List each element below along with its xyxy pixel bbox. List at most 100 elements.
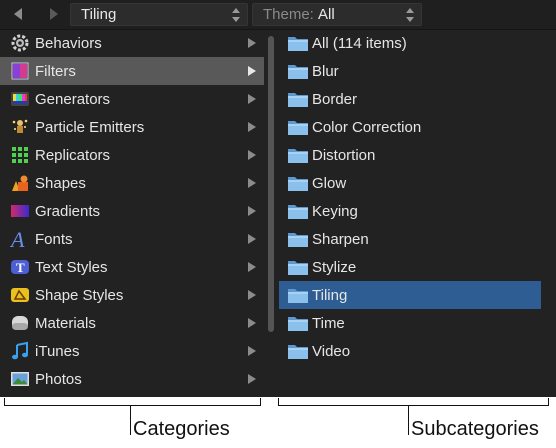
svg-text:T: T (16, 260, 25, 275)
stepper-icon (406, 8, 414, 22)
folder-icon (287, 88, 309, 110)
subcategory-item-blur[interactable]: Blur (279, 57, 541, 85)
category-scrollbar[interactable] (268, 36, 274, 332)
category-label: Materials (35, 314, 96, 332)
category-label: Behaviors (35, 34, 102, 52)
subcategory-item-border[interactable]: Border (279, 85, 541, 113)
library-browser-panel: Tiling Theme: All Behaviors Filters Genera… (0, 0, 556, 397)
right-arrow-icon (50, 8, 58, 20)
category-label: Shapes (35, 174, 86, 192)
disclosure-arrow-icon (248, 290, 256, 300)
fonts-icon: A (9, 228, 31, 250)
left-arrow-icon (14, 8, 22, 20)
gear-icon (9, 32, 31, 54)
subcategories-callout: Subcategories (411, 418, 539, 440)
subcategory-item-color-correction[interactable]: Color Correction (279, 113, 541, 141)
generators-icon (9, 88, 31, 110)
category-item-fonts[interactable]: A Fonts (0, 225, 264, 253)
category-label: Filters (35, 62, 76, 80)
category-item-particle-emitters[interactable]: Particle Emitters (0, 113, 264, 141)
text-styles-icon: T (9, 256, 31, 278)
disclosure-arrow-icon (248, 178, 256, 188)
category-item-behaviors[interactable]: Behaviors (0, 29, 264, 57)
category-item-generators[interactable]: Generators (0, 85, 264, 113)
particle-emitters-icon (9, 116, 31, 138)
forward-button[interactable] (43, 4, 65, 24)
category-item-replicators[interactable]: Replicators (0, 141, 264, 169)
subcategories-bracket (278, 398, 549, 406)
subcategory-item-sharpen[interactable]: Sharpen (279, 225, 541, 253)
gradients-icon (9, 200, 31, 222)
disclosure-arrow-icon (248, 150, 256, 160)
category-item-materials[interactable]: Materials (0, 309, 264, 337)
disclosure-arrow-icon (248, 94, 256, 104)
folder-icon (287, 172, 309, 194)
subcategory-item-tiling[interactable]: Tiling (279, 281, 541, 309)
category-label: Replicators (35, 146, 111, 164)
theme-popup[interactable]: Theme: All (252, 3, 422, 26)
disclosure-arrow-icon (248, 38, 256, 48)
photos-icon (9, 368, 31, 390)
subcategory-item-stylize[interactable]: Stylize (279, 253, 541, 281)
disclosure-arrow-icon (248, 234, 256, 244)
subcategory-label: Glow (312, 174, 347, 192)
category-label: Generators (35, 90, 111, 108)
disclosure-arrow-icon (248, 66, 256, 76)
subcategory-item-video[interactable]: Video (279, 337, 541, 365)
subcategories-leader-line (408, 405, 409, 435)
location-popup[interactable]: Tiling (70, 3, 248, 26)
shape-styles-icon (9, 284, 31, 306)
disclosure-arrow-icon (248, 318, 256, 328)
subcategory-item-time[interactable]: Time (279, 309, 541, 337)
folder-icon (287, 284, 309, 306)
subcategory-item-distortion[interactable]: Distortion (279, 141, 541, 169)
category-item-shape-styles[interactable]: Shape Styles (0, 281, 264, 309)
folder-icon (287, 32, 309, 54)
category-item-filters[interactable]: Filters (0, 57, 264, 85)
disclosure-arrow-icon (248, 262, 256, 272)
subcategory-label: Color Correction (312, 118, 422, 136)
shapes-icon (9, 172, 31, 194)
category-item-shapes[interactable]: Shapes (0, 169, 264, 197)
filters-icon (9, 60, 31, 82)
subcategory-label: Stylize (312, 258, 357, 276)
location-value: Tiling (81, 6, 117, 23)
categories-callout: Categories (133, 418, 230, 440)
category-label: Particle Emitters (35, 118, 145, 136)
subcategory-item-glow[interactable]: Glow (279, 169, 541, 197)
category-item-gradients[interactable]: Gradients (0, 197, 264, 225)
subcategory-label: Video (312, 342, 351, 360)
disclosure-arrow-icon (248, 374, 256, 384)
theme-label: Theme: (263, 6, 314, 23)
stepper-icon (232, 8, 240, 22)
disclosure-arrow-icon (248, 346, 256, 356)
subcategory-item-keying[interactable]: Keying (279, 197, 541, 225)
category-label: iTunes (35, 342, 80, 360)
folder-icon (287, 340, 309, 362)
music-note-icon (9, 340, 31, 362)
category-label: Fonts (35, 230, 73, 248)
folder-icon (287, 60, 309, 82)
subcategory-label: Border (312, 90, 358, 108)
folder-icon (287, 256, 309, 278)
category-label: Text Styles (35, 258, 108, 276)
disclosure-arrow-icon (248, 122, 256, 132)
back-button[interactable] (7, 4, 29, 24)
category-item-text-styles[interactable]: T Text Styles (0, 253, 264, 281)
subcategory-label: Sharpen (312, 230, 369, 248)
categories-bracket (4, 398, 261, 406)
folder-icon (287, 228, 309, 250)
subcategory-label: All (114 items) (312, 34, 407, 52)
replicators-icon (9, 144, 31, 166)
subcategory-item-all-114-items[interactable]: All (114 items) (279, 29, 541, 57)
category-label: Photos (35, 370, 82, 388)
folder-icon (287, 312, 309, 334)
folder-icon (287, 200, 309, 222)
category-item-photos[interactable]: Photos (0, 365, 264, 393)
theme-value: All (318, 6, 335, 23)
svg-text:A: A (10, 228, 25, 250)
subcategory-label: Time (312, 314, 345, 332)
materials-icon (9, 312, 31, 334)
browser-toolbar: Tiling Theme: All (0, 0, 556, 30)
category-item-itunes[interactable]: iTunes (0, 337, 264, 365)
